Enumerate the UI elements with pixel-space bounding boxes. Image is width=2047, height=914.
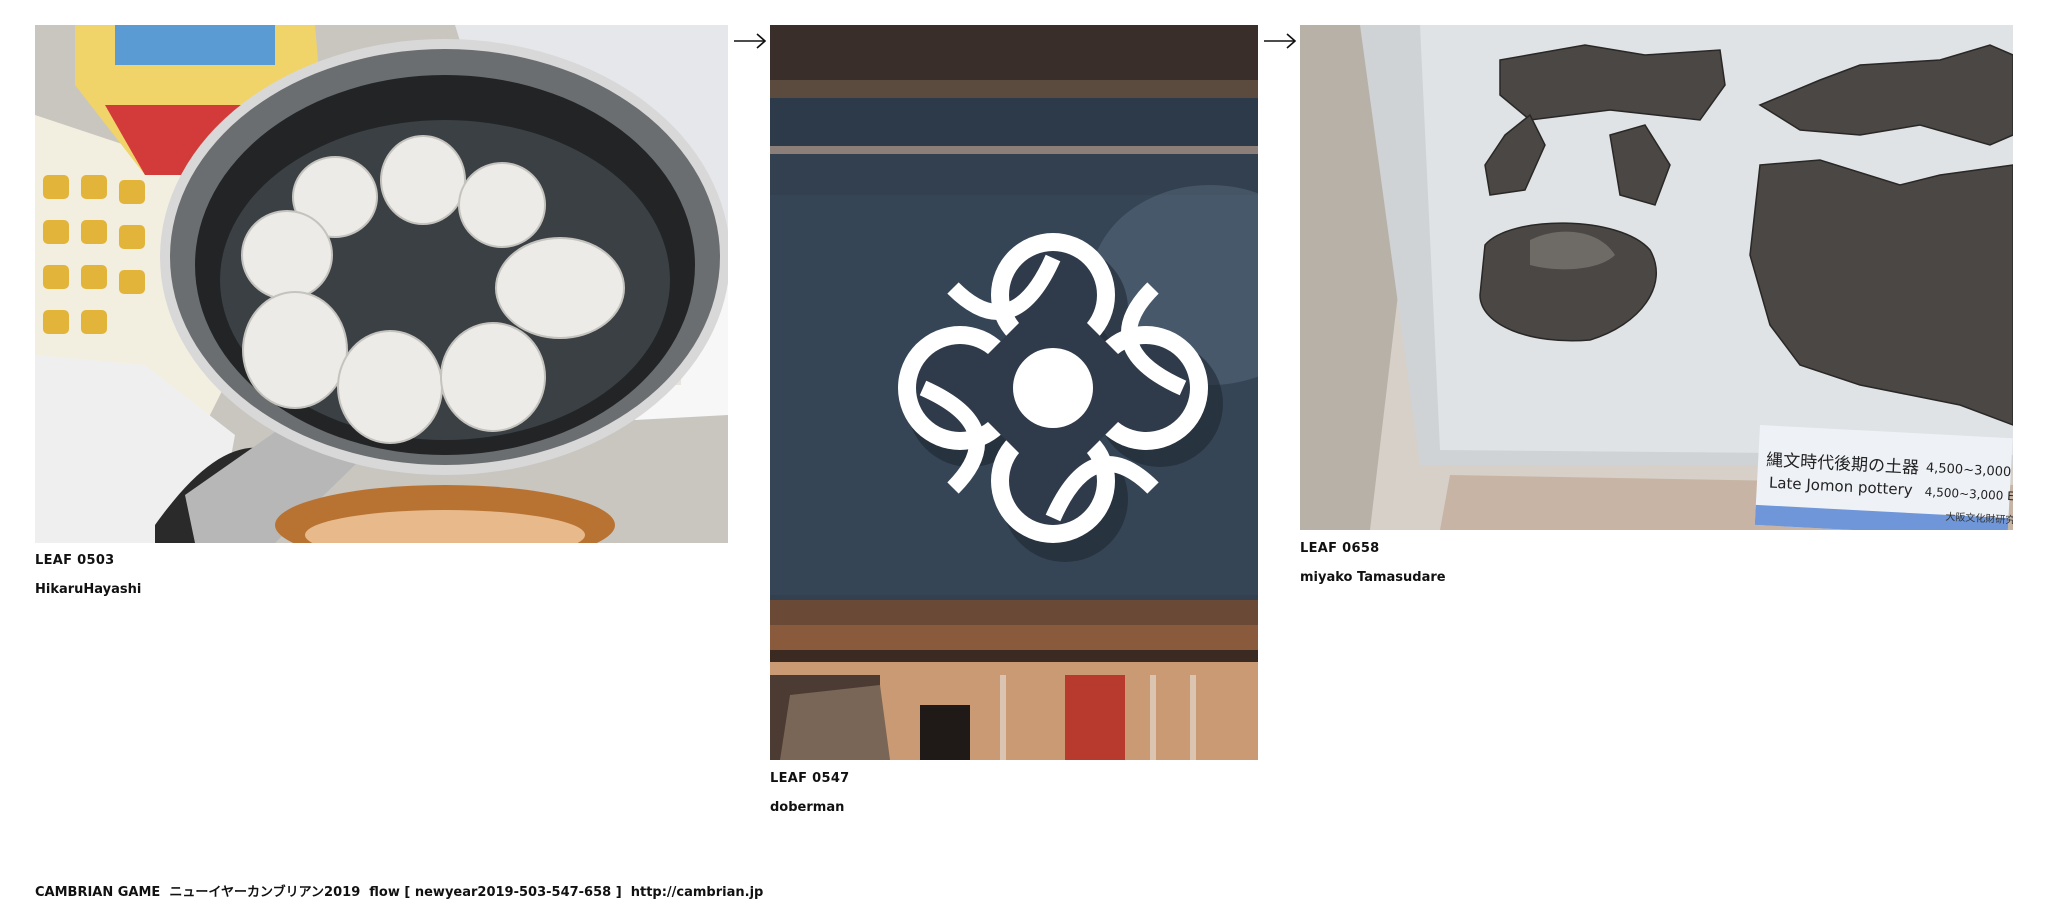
right-arrow-icon: [733, 33, 767, 49]
right-arrow-icon: [1263, 33, 1297, 49]
footer-link[interactable]: http://cambrian.jp: [631, 885, 764, 900]
leaf-author[interactable]: doberman: [770, 800, 844, 815]
leaf-author[interactable]: HikaruHayashi: [35, 582, 141, 597]
footer-text: CAMBRIAN GAME ニューイヤーカンブリアン2019 flow [ ne…: [35, 885, 631, 900]
footer: CAMBRIAN GAME ニューイヤーカンブリアン2019 flow [ ne…: [35, 881, 763, 900]
leaf-0658-photo[interactable]: 縄文時代後期の土器 Late Jomon pottery 4,500~3,000…: [1300, 25, 2013, 530]
leaf-id: LEAF 0547: [770, 771, 850, 786]
leaf-id: LEAF 0503: [35, 553, 115, 568]
leaf-0503-photo[interactable]: [35, 25, 728, 543]
leaf-id: LEAF 0658: [1300, 541, 1380, 556]
leaf-0547-photo[interactable]: [770, 25, 1258, 760]
leaf-author[interactable]: miyako Tamasudare: [1300, 570, 1446, 585]
